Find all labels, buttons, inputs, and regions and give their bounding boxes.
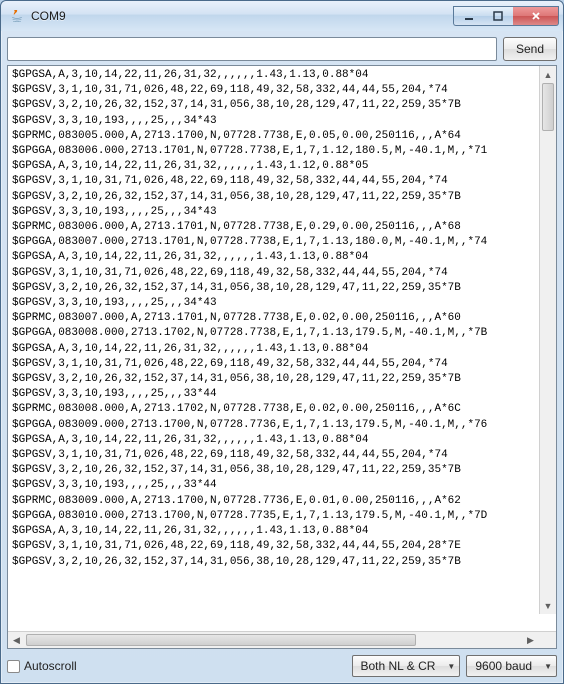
command-input[interactable] [7, 37, 497, 61]
baud-rate-value: 9600 baud [475, 659, 532, 673]
send-button[interactable]: Send [503, 37, 557, 61]
vertical-scrollbar[interactable]: ▲ ▼ [539, 66, 556, 614]
window-buttons [453, 6, 559, 26]
autoscroll-label: Autoscroll [24, 659, 77, 673]
scroll-down-arrow-icon[interactable]: ▼ [540, 597, 556, 614]
horizontal-scrollbar[interactable]: ◀ ▶ [8, 631, 556, 648]
minimize-button[interactable] [453, 6, 483, 26]
footer-bar: Autoscroll Both NL & CR ▼ 9600 baud ▼ [7, 653, 557, 677]
autoscroll-checkbox[interactable] [7, 660, 20, 673]
baud-rate-dropdown[interactable]: 9600 baud ▼ [466, 655, 557, 677]
content-area: Send $GPGSA,A,3,10,14,22,11,26,31,32,,,,… [1, 31, 563, 683]
line-ending-dropdown[interactable]: Both NL & CR ▼ [352, 655, 461, 677]
window-title: COM9 [31, 9, 453, 23]
serial-output-text: $GPGSA,A,3,10,14,22,11,26,31,32,,,,,,1.4… [8, 66, 556, 572]
horizontal-scroll-thumb[interactable] [26, 634, 416, 646]
line-ending-value: Both NL & CR [361, 659, 436, 673]
scroll-right-arrow-icon[interactable]: ▶ [522, 632, 539, 648]
serial-monitor-window: COM9 Send $GPGSA,A,3,10,14,22,11,26,31,3… [0, 0, 564, 684]
chevron-down-icon: ▼ [544, 662, 552, 671]
vertical-scroll-thumb[interactable] [542, 83, 554, 131]
scroll-corner [539, 632, 556, 648]
close-button[interactable] [513, 6, 559, 26]
maximize-button[interactable] [483, 6, 513, 26]
output-wrap: $GPGSA,A,3,10,14,22,11,26,31,32,,,,,,1.4… [7, 65, 557, 649]
titlebar[interactable]: COM9 [1, 1, 563, 31]
scroll-up-arrow-icon[interactable]: ▲ [540, 66, 556, 83]
java-icon [9, 8, 25, 24]
output-viewport[interactable]: $GPGSA,A,3,10,14,22,11,26,31,32,,,,,,1.4… [8, 66, 556, 631]
scroll-left-arrow-icon[interactable]: ◀ [8, 632, 25, 648]
autoscroll-option[interactable]: Autoscroll [7, 659, 346, 673]
chevron-down-icon: ▼ [447, 662, 455, 671]
input-row: Send [7, 37, 557, 61]
